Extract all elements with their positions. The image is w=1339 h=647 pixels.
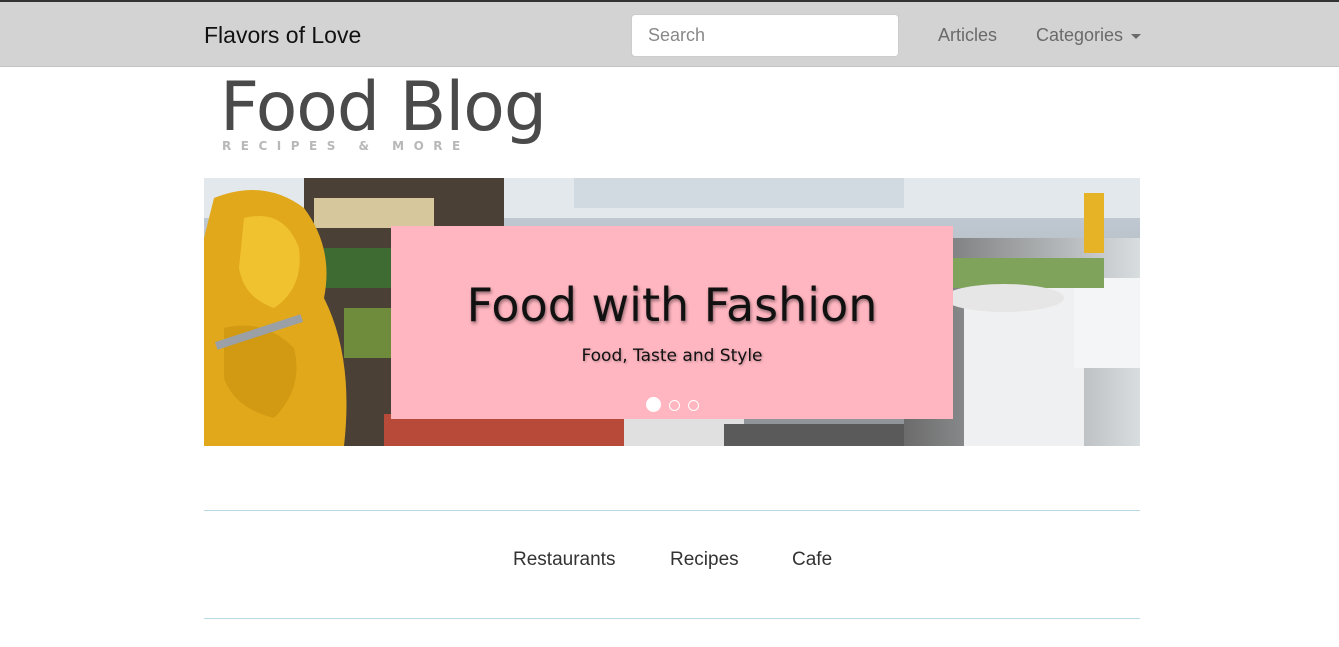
category-recipes-link[interactable]: Recipes	[670, 549, 739, 571]
carousel-indicators	[391, 397, 953, 412]
site-brand[interactable]: Flavors of Love	[204, 22, 361, 49]
carousel-caption: Food with Fashion Food, Taste and Style	[391, 226, 953, 419]
logo-tagline: RECIPES & MORE	[222, 139, 470, 153]
carousel-indicator-2[interactable]	[668, 400, 680, 411]
category-cafe-link[interactable]: Cafe	[792, 549, 832, 571]
category-restaurants-link[interactable]: Restaurants	[513, 549, 615, 571]
top-navbar: Flavors of Love Articles Categories	[0, 0, 1339, 67]
carousel-indicator-1[interactable]	[645, 397, 661, 412]
carousel-caption-title: Food with Fashion	[466, 278, 878, 332]
nav-articles-label: Articles	[938, 25, 998, 45]
search-input[interactable]	[631, 14, 899, 57]
nav-articles-link[interactable]: Articles	[938, 25, 997, 46]
logo-title: Food Blog	[220, 68, 547, 147]
nav-categories-label: Categories	[1036, 25, 1124, 45]
category-divider-bottom	[204, 618, 1140, 619]
category-divider-top	[204, 510, 1140, 511]
nav-categories-dropdown[interactable]: Categories	[1036, 25, 1142, 46]
carousel-indicator-3[interactable]	[687, 400, 699, 411]
hero-carousel[interactable]: Food with Fashion Food, Taste and Style	[204, 178, 1140, 446]
caret-down-icon	[1131, 33, 1142, 39]
carousel-caption-subtitle: Food, Taste and Style	[581, 346, 763, 366]
food-blog-logo: Food Blog RECIPES & MORE	[220, 68, 562, 156]
